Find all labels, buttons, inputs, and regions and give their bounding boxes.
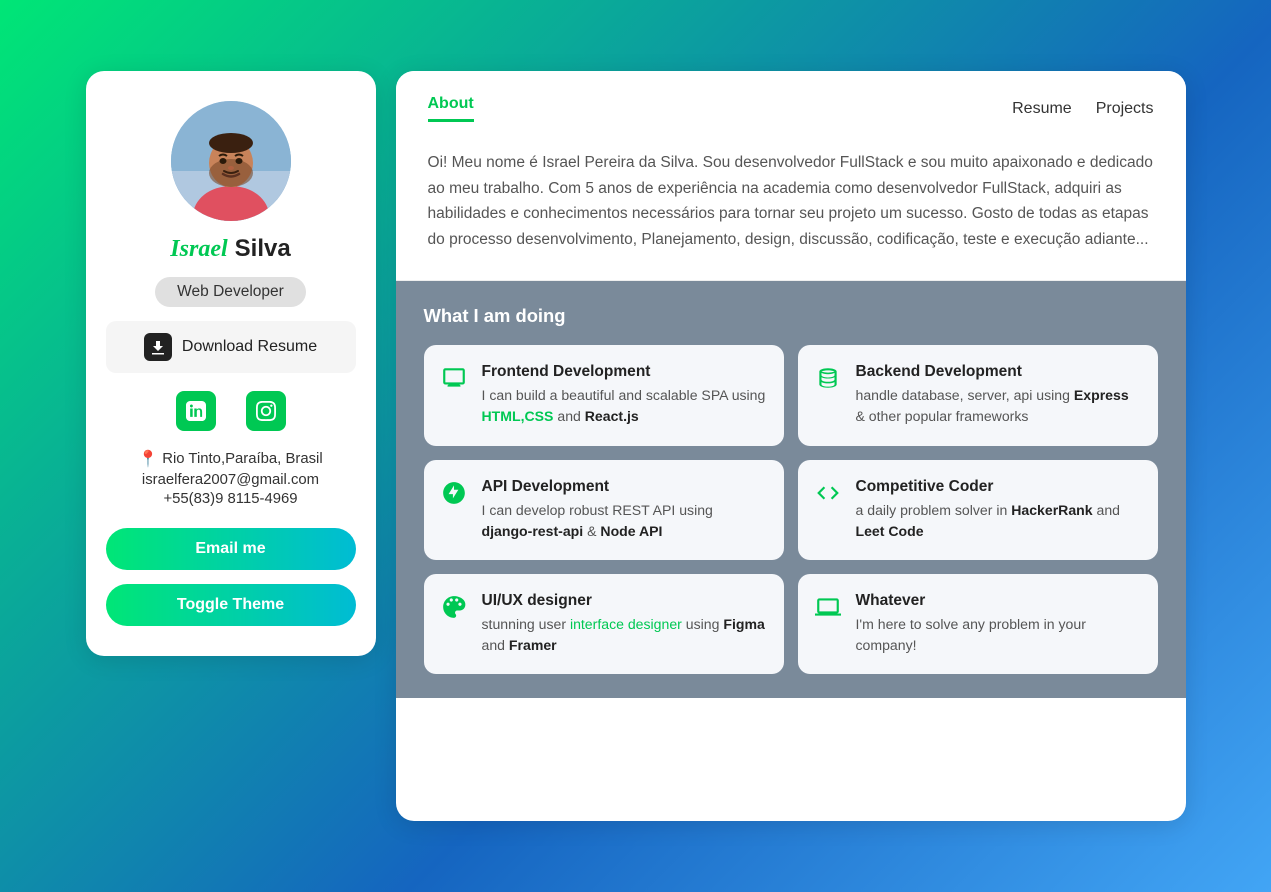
service-content-coder: Competitive Coder a daily problem solver… — [856, 478, 1142, 542]
phone-text: +55(83)9 8115-4969 — [106, 491, 356, 507]
last-name: Silva — [235, 235, 291, 263]
name-row: Israel Silva — [170, 235, 290, 263]
service-desc-uiux: stunning user interface designer using F… — [482, 614, 768, 656]
download-resume-button[interactable]: Download Resume — [106, 321, 356, 373]
service-card-whatever: Whatever I'm here to solve any problem i… — [798, 574, 1158, 674]
tab-about[interactable]: About — [428, 95, 474, 122]
main-container: Israel Silva Web Developer Download Resu… — [86, 71, 1186, 821]
service-title-api: API Development — [482, 478, 768, 496]
api-icon — [440, 480, 468, 506]
service-content-whatever: Whatever I'm here to solve any problem i… — [856, 592, 1142, 656]
database-icon — [814, 365, 842, 391]
service-content-frontend: Frontend Development I can build a beaut… — [482, 363, 768, 427]
about-text: Oi! Meu nome é Israel Pereira da Silva. … — [396, 130, 1186, 281]
what-section: What I am doing Frontend Development I c… — [396, 281, 1186, 698]
first-name: Israel — [170, 236, 227, 263]
service-desc-coder: a daily problem solver in HackerRank and… — [856, 500, 1142, 542]
right-top: About Resume Projects — [396, 71, 1186, 122]
location-row: 📍 Rio Tinto,Paraíba, Brasil — [106, 449, 356, 469]
download-icon — [144, 333, 172, 361]
service-title-frontend: Frontend Development — [482, 363, 768, 381]
contact-info: 📍 Rio Tinto,Paraíba, Brasil israelfera20… — [106, 449, 356, 510]
nav-tabs: About — [428, 95, 474, 122]
role-badge: Web Developer — [155, 277, 306, 307]
right-card: About Resume Projects Oi! Meu nome é Isr… — [396, 71, 1186, 821]
service-content-uiux: UI/UX designer stunning user interface d… — [482, 592, 768, 656]
service-card-backend: Backend Development handle database, ser… — [798, 345, 1158, 445]
service-title-whatever: Whatever — [856, 592, 1142, 610]
service-card-frontend: Frontend Development I can build a beaut… — [424, 345, 784, 445]
services-grid: Frontend Development I can build a beaut… — [424, 345, 1158, 674]
social-row — [176, 391, 286, 431]
avatar-svg — [171, 101, 291, 221]
toggle-theme-button[interactable]: Toggle Theme — [106, 584, 356, 626]
email-text: israelfera2007@gmail.com — [106, 472, 356, 488]
service-card-uiux: UI/UX designer stunning user interface d… — [424, 574, 784, 674]
service-desc-whatever: I'm here to solve any problem in your co… — [856, 614, 1142, 656]
service-card-coder: Competitive Coder a daily problem solver… — [798, 460, 1158, 560]
service-desc-api: I can develop robust REST API using djan… — [482, 500, 768, 542]
service-desc-backend: handle database, server, api using Expre… — [856, 385, 1142, 427]
design-icon — [440, 594, 468, 620]
linkedin-button[interactable] — [176, 391, 216, 431]
service-title-coder: Competitive Coder — [856, 478, 1142, 496]
location-pin-icon: 📍 — [138, 449, 158, 469]
nav-link-projects[interactable]: Projects — [1096, 100, 1154, 118]
laptop-icon — [814, 594, 842, 620]
email-me-button[interactable]: Email me — [106, 528, 356, 570]
avatar — [171, 101, 291, 221]
code-icon — [814, 480, 842, 506]
nav-link-resume[interactable]: Resume — [1012, 100, 1072, 118]
download-resume-label: Download Resume — [182, 338, 317, 356]
what-title: What I am doing — [424, 305, 1158, 327]
service-title-backend: Backend Development — [856, 363, 1142, 381]
left-card: Israel Silva Web Developer Download Resu… — [86, 71, 376, 656]
monitor-icon — [440, 365, 468, 391]
service-content-api: API Development I can develop robust RES… — [482, 478, 768, 542]
service-desc-frontend: I can build a beautiful and scalable SPA… — [482, 385, 768, 427]
service-card-api: API Development I can develop robust RES… — [424, 460, 784, 560]
nav-links: Resume Projects — [1012, 100, 1153, 118]
nav-row: About Resume Projects — [428, 95, 1154, 122]
service-content-backend: Backend Development handle database, ser… — [856, 363, 1142, 427]
service-title-uiux: UI/UX designer — [482, 592, 768, 610]
location-text: Rio Tinto,Paraíba, Brasil — [162, 451, 322, 467]
instagram-button[interactable] — [246, 391, 286, 431]
